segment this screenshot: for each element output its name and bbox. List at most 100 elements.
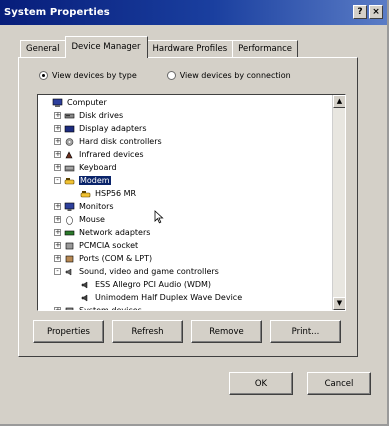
tree-item-label[interactable]: HSP56 MR bbox=[95, 189, 136, 198]
tree-row[interactable]: + Hard disk controllers bbox=[38, 135, 332, 148]
mouse-pointer-icon bbox=[154, 210, 164, 224]
cancel-button[interactable]: Cancel bbox=[307, 372, 371, 395]
tree-row[interactable]: + Mouse bbox=[38, 213, 332, 226]
close-button[interactable]: × bbox=[369, 5, 383, 19]
tree-row[interactable]: + Display adapters bbox=[38, 122, 332, 135]
scroll-down-button[interactable]: ▼ bbox=[333, 297, 345, 310]
tree-row[interactable]: + Disk drives bbox=[38, 109, 332, 122]
keyboard-icon bbox=[64, 163, 75, 173]
tree-item-label[interactable]: System devices bbox=[79, 306, 142, 310]
tree-row[interactable]: HSP56 MR bbox=[38, 187, 332, 200]
computer-icon bbox=[52, 98, 63, 108]
tree-expander-icon[interactable]: + bbox=[54, 255, 61, 262]
tab-performance[interactable]: Performance bbox=[232, 40, 299, 58]
tree-row[interactable]: + Network adapters bbox=[38, 226, 332, 239]
help-button[interactable]: ? bbox=[353, 5, 367, 19]
dialog-buttons: OK Cancel bbox=[229, 372, 385, 395]
tree-item-label[interactable]: Computer bbox=[67, 98, 107, 107]
refresh-button[interactable]: Refresh bbox=[112, 320, 183, 343]
scroll-up-button[interactable]: ▲ bbox=[333, 95, 345, 108]
infrared-icon bbox=[64, 150, 75, 160]
tree-item-label[interactable]: PCMCIA socket bbox=[79, 241, 138, 250]
tree-row[interactable]: - Modem bbox=[38, 174, 332, 187]
tree-expander-icon[interactable]: + bbox=[54, 164, 61, 171]
tree-row[interactable]: + Ports (COM & LPT) bbox=[38, 252, 332, 265]
tree-item-label[interactable]: Monitors bbox=[79, 202, 114, 211]
title-buttons: ? × bbox=[353, 5, 383, 19]
port-icon bbox=[64, 254, 75, 264]
tree-expander-icon[interactable]: - bbox=[54, 177, 61, 184]
tree-item-label[interactable]: Sound, video and game controllers bbox=[79, 267, 219, 276]
mouse-icon bbox=[64, 215, 75, 225]
monitor-icon bbox=[64, 202, 75, 212]
tree-expander-icon[interactable]: - bbox=[54, 268, 61, 275]
tree-row[interactable]: + Infrared devices bbox=[38, 148, 332, 161]
disk-drive-icon bbox=[64, 111, 75, 121]
tree-expander-icon[interactable]: + bbox=[54, 138, 61, 145]
sound-device-icon bbox=[80, 280, 91, 290]
tree-item-label[interactable]: Keyboard bbox=[79, 163, 117, 172]
device-tree-scrollbar[interactable]: ▲ ▼ bbox=[332, 95, 345, 310]
view-by-connection-radio[interactable] bbox=[166, 71, 176, 80]
tree-row[interactable]: ESS Allegro PCI Audio (WDM) bbox=[38, 278, 332, 291]
device-action-buttons: Properties Refresh Remove Print... bbox=[33, 320, 349, 343]
title-bar[interactable]: System Properties ? × bbox=[0, 0, 387, 25]
tree-item-label[interactable]: Hard disk controllers bbox=[79, 137, 162, 146]
tree-row[interactable]: + Keyboard bbox=[38, 161, 332, 174]
tree-expander-icon[interactable]: + bbox=[54, 125, 61, 132]
display-adapter-icon bbox=[64, 124, 75, 134]
modem-icon bbox=[64, 176, 75, 186]
tree-row[interactable]: + System devices bbox=[38, 304, 332, 310]
sound-device-icon bbox=[80, 293, 91, 303]
hard-disk-controller-icon bbox=[64, 137, 75, 147]
device-tree-rows: Computer + Disk drives + Display adapters + Ha… bbox=[38, 96, 332, 310]
ok-button[interactable]: OK bbox=[229, 372, 293, 395]
tree-item-label[interactable]: Unimodem Half Duplex Wave Device bbox=[95, 293, 242, 302]
sound-icon bbox=[64, 267, 75, 277]
tree-item-label[interactable]: Display adapters bbox=[79, 124, 147, 133]
view-by-type-option[interactable]: View devices by type bbox=[39, 71, 137, 80]
device-manager-panel: View devices by type View devices by con… bbox=[18, 57, 358, 357]
view-options: View devices by type View devices by con… bbox=[39, 71, 359, 80]
tree-expander-icon[interactable]: + bbox=[54, 203, 61, 210]
tree-expander-icon[interactable]: + bbox=[54, 307, 61, 310]
tree-row[interactable]: Computer bbox=[38, 96, 332, 109]
tree-row[interactable]: - Sound, video and game controllers bbox=[38, 265, 332, 278]
tree-expander-icon[interactable]: + bbox=[54, 229, 61, 236]
tree-item-label[interactable]: Ports (COM & LPT) bbox=[79, 254, 152, 263]
tree-row[interactable]: + Monitors bbox=[38, 200, 332, 213]
tree-item-label[interactable]: Modem bbox=[79, 176, 111, 185]
tree-row[interactable]: Unimodem Half Duplex Wave Device bbox=[38, 291, 332, 304]
remove-button[interactable]: Remove bbox=[191, 320, 262, 343]
window-title: System Properties bbox=[4, 7, 110, 18]
tab-general[interactable]: General bbox=[20, 40, 66, 58]
device-tree[interactable]: Computer + Disk drives + Display adapters + Ha… bbox=[37, 94, 346, 311]
view-by-type-radio[interactable] bbox=[39, 71, 48, 80]
system-device-icon bbox=[64, 306, 75, 310]
tab-device-manager[interactable]: Device Manager bbox=[64, 36, 148, 58]
tree-expander-icon[interactable]: + bbox=[54, 112, 61, 119]
tree-item-label[interactable]: ESS Allegro PCI Audio (WDM) bbox=[95, 280, 211, 289]
tab-strip: General Device Manager Hardware Profiles… bbox=[20, 36, 299, 58]
view-by-connection-label: View devices by connection bbox=[179, 71, 291, 80]
tab-hardware-profiles[interactable]: Hardware Profiles bbox=[146, 40, 234, 58]
modem-icon bbox=[80, 189, 91, 199]
tree-item-label[interactable]: Network adapters bbox=[79, 228, 150, 237]
tree-expander-icon[interactable]: + bbox=[54, 151, 61, 158]
properties-button[interactable]: Properties bbox=[33, 320, 104, 343]
print-button[interactable]: Print... bbox=[270, 320, 341, 343]
view-by-type-label: View devices by type bbox=[52, 71, 137, 80]
tree-item-label[interactable]: Disk drives bbox=[79, 111, 123, 120]
tree-expander-icon[interactable]: + bbox=[54, 242, 61, 249]
tree-expander-icon[interactable]: + bbox=[54, 216, 61, 223]
view-by-connection-option[interactable]: View devices by connection bbox=[166, 71, 291, 80]
tree-item-label[interactable]: Mouse bbox=[79, 215, 105, 224]
network-adapter-icon bbox=[64, 228, 75, 238]
tree-item-label[interactable]: Infrared devices bbox=[79, 150, 144, 159]
tree-row[interactable]: + PCMCIA socket bbox=[38, 239, 332, 252]
pcmcia-icon bbox=[64, 241, 75, 251]
